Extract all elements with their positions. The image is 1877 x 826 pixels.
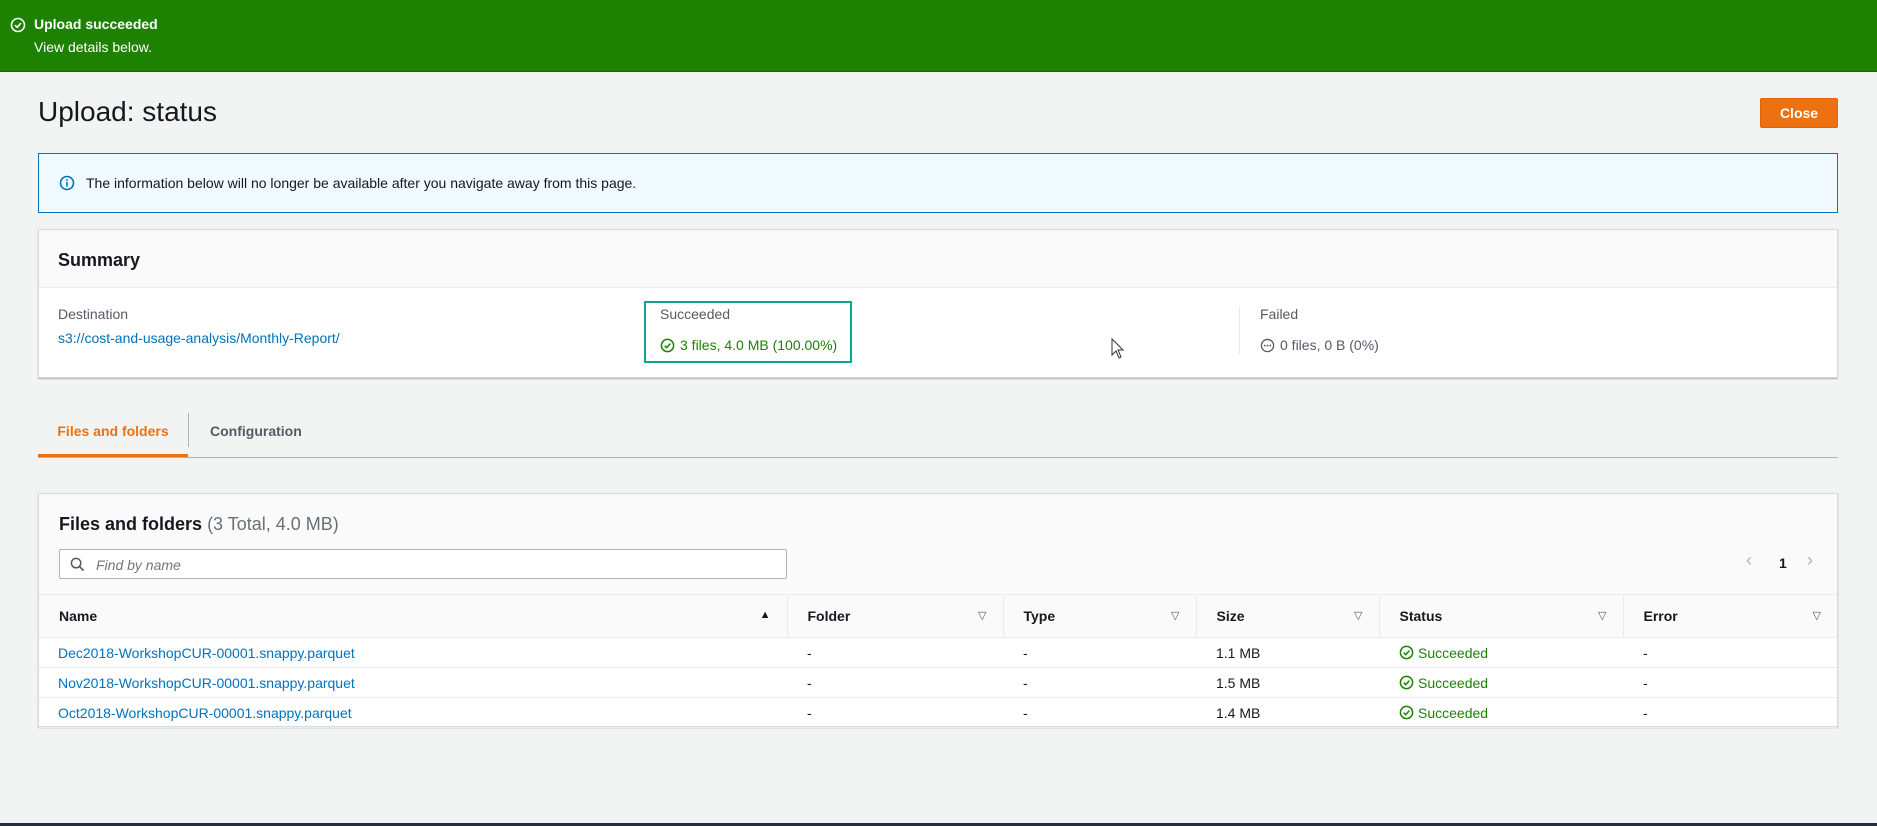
file-status: Succeeded — [1379, 698, 1623, 728]
file-size: 1.4 MB — [1216, 704, 1261, 721]
page-title: Upload: status — [38, 96, 217, 127]
ellipsis-circle-icon — [1260, 338, 1275, 352]
page-number[interactable]: 1 — [1779, 555, 1787, 571]
file-status: Succeeded — [1379, 668, 1623, 698]
failed-status: 0 files, 0 B (0%) — [1260, 337, 1379, 353]
destination-link[interactable]: s3://cost-and-usage-analysis/Monthly-Rep… — [58, 330, 340, 346]
info-text: The information below will no longer be … — [86, 175, 637, 191]
search-icon — [70, 557, 85, 572]
file-size: 1.1 MB — [1216, 644, 1261, 661]
sort-icon[interactable]: ▽ — [1171, 609, 1179, 622]
succeeded-label: Succeeded — [660, 306, 731, 322]
info-circle-icon — [59, 175, 75, 191]
sort-icon[interactable]: ▽ — [1598, 609, 1606, 622]
file-error: - — [1643, 704, 1648, 721]
file-type: - — [1023, 704, 1028, 721]
tab-files-and-folders[interactable]: Files and folders — [38, 405, 188, 457]
succeeded-status: 3 files, 4.0 MB (100.00%) — [660, 337, 837, 353]
summary-title: Summary — [58, 250, 141, 270]
banner-subtitle: View details below. — [34, 39, 153, 55]
column-header-folder[interactable]: Folder ▽ — [786, 594, 1003, 638]
tab-separator — [188, 413, 189, 447]
close-button[interactable]: Close — [1760, 98, 1838, 128]
files-count: (3 Total, 4.0 MB) — [207, 514, 339, 534]
file-folder: - — [807, 644, 812, 661]
column-header-size[interactable]: Size ▽ — [1195, 594, 1379, 638]
column-header-name[interactable]: Name ▲ — [39, 595, 787, 638]
check-circle-icon — [1399, 645, 1414, 660]
success-banner: Upload succeeded View details below. — [0, 0, 1877, 72]
prev-page-icon[interactable]: ‹ — [1746, 550, 1752, 571]
summary-header: Summary — [39, 230, 1837, 288]
column-header-status[interactable]: Status ▽ — [1378, 594, 1623, 638]
files-panel: Files and folders (3 Total, 4.0 MB) ‹ 1 … — [38, 493, 1838, 728]
succeeded-value: 3 files, 4.0 MB (100.00%) — [680, 337, 838, 353]
file-error: - — [1643, 674, 1648, 691]
summary-panel: Summary Destination s3://cost-and-usage-… — [38, 229, 1838, 378]
files-header: Files and folders (3 Total, 4.0 MB) ‹ 1 … — [39, 494, 1837, 594]
tab-bar: Files and folders Configuration — [38, 405, 1838, 458]
mouse-cursor-icon — [1111, 337, 1125, 365]
file-name-link[interactable]: Oct2018-WorkshopCUR-00001.snappy.parquet — [39, 698, 787, 728]
file-name-link[interactable]: Nov2018-WorkshopCUR-00001.snappy.parquet — [39, 668, 787, 698]
table-row: Oct2018-WorkshopCUR-00001.snappy.parquet… — [39, 698, 1837, 728]
table-row: Dec2018-WorkshopCUR-00001.snappy.parquet… — [39, 638, 1837, 668]
check-circle-icon — [1399, 675, 1414, 690]
files-title: Files and folders (3 Total, 4.0 MB) — [59, 514, 339, 535]
check-circle-icon — [1399, 705, 1414, 720]
info-alert: The information below will no longer be … — [38, 153, 1838, 213]
file-type: - — [1023, 674, 1028, 691]
search-box — [59, 549, 787, 579]
file-type: - — [1023, 644, 1028, 661]
file-folder: - — [807, 674, 812, 691]
files-title-text: Files and folders — [59, 514, 203, 534]
sort-icon[interactable]: ▽ — [1813, 609, 1821, 622]
destination-label: Destination — [58, 306, 129, 322]
sort-icon[interactable]: ▽ — [1354, 609, 1362, 622]
column-header-type[interactable]: Type ▽ — [1002, 594, 1196, 638]
column-header-error[interactable]: Error ▽ — [1622, 594, 1837, 638]
search-input[interactable] — [94, 552, 778, 578]
file-name-link[interactable]: Dec2018-WorkshopCUR-00001.snappy.parquet — [39, 638, 787, 668]
summary-divider — [1239, 306, 1240, 354]
file-status: Succeeded — [1379, 638, 1623, 668]
sort-icon[interactable]: ▽ — [978, 609, 986, 622]
failed-label: Failed — [1260, 306, 1299, 322]
sort-ascending-icon[interactable]: ▲ — [760, 609, 771, 621]
tab-configuration[interactable]: Configuration — [210, 405, 302, 457]
failed-value: 0 files, 0 B (0%) — [1280, 337, 1379, 353]
file-size: 1.5 MB — [1216, 674, 1261, 691]
check-circle-icon — [10, 17, 26, 33]
next-page-icon[interactable]: › — [1807, 550, 1813, 571]
files-table: Name ▲ Folder ▽ Type ▽ Size ▽ Status ▽ Error ▽… — [39, 594, 1837, 728]
table-row: Nov2018-WorkshopCUR-00001.snappy.parquet… — [39, 668, 1837, 698]
file-folder: - — [807, 704, 812, 721]
check-circle-icon — [660, 338, 675, 352]
banner-title: Upload succeeded — [34, 16, 158, 32]
table-header-row: Name ▲ Folder ▽ Type ▽ Size ▽ Status ▽ Error ▽ — [39, 594, 1837, 638]
file-error: - — [1643, 644, 1648, 661]
